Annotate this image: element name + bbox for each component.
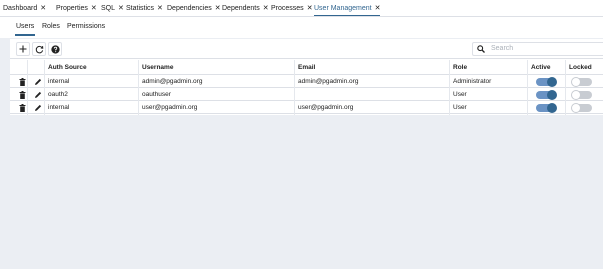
close-icon[interactable]: ✕ [40,5,46,12]
active-toggle[interactable] [536,90,557,100]
close-icon[interactable]: ✕ [307,5,313,12]
tab-label: SQL [101,5,116,12]
tab-label: Processes [271,5,304,12]
search-placeholder: Search [491,45,514,52]
column-header-auth-source[interactable]: Auth Source [48,64,87,71]
tab-dependents[interactable]: Dependents ✕ [222,0,269,16]
cell-email: user@pgadmin.org [298,104,354,111]
subtab-roles[interactable]: Roles [42,17,60,36]
tab-label: Dependencies [167,5,212,12]
help-button[interactable] [48,42,62,56]
column-header-role[interactable]: Role [453,64,467,71]
table-row: oauth2 oauthuser User [10,88,603,101]
column-divider [44,60,45,115]
active-toggle[interactable] [536,103,557,113]
close-icon[interactable]: ✕ [157,5,163,12]
table-header: Auth Source Username Email Role Active L… [10,60,603,75]
close-icon[interactable]: ✕ [263,5,269,12]
column-divider [527,60,528,115]
top-tab-bar: Dashboard ✕ Properties ✕ SQL ✕ Statistics ✕ … [0,0,603,17]
cell-auth-source: internal [48,104,70,111]
trash-icon[interactable] [19,91,26,99]
cell-auth-source: internal [48,78,70,85]
locked-toggle[interactable] [571,77,592,87]
subtab-permissions[interactable]: Permissions [67,17,105,36]
column-header-locked[interactable]: Locked [569,64,592,71]
locked-toggle[interactable] [571,90,592,100]
subtab-users[interactable]: Users [14,17,36,36]
column-divider [138,60,139,115]
cell-role: Administrator [453,78,492,85]
sub-tab-bar: Users Roles Permissions [0,17,603,38]
column-divider [294,60,295,115]
toggle-knob [571,90,581,100]
trash-icon[interactable] [19,78,26,86]
toggle-knob [547,90,557,100]
locked-toggle[interactable] [571,103,592,113]
pencil-icon[interactable] [34,91,42,99]
tab-sql[interactable]: SQL ✕ [101,0,124,16]
refresh-button[interactable] [32,42,46,56]
tab-label: User Management [314,5,372,12]
tab-user-management[interactable]: User Management ✕ [314,0,381,16]
table-row: internal admin@pgadmin.org admin@pgadmin… [10,75,603,88]
toggle-knob [571,103,581,113]
tab-label: Statistics [126,5,155,12]
tab-statistics[interactable]: Statistics ✕ [126,0,163,16]
refresh-icon [35,45,43,53]
cell-auth-source: oauth2 [48,91,68,98]
tab-label: Properties [56,5,88,12]
column-header-email[interactable]: Email [298,64,315,71]
close-icon[interactable]: ✕ [118,5,124,12]
pencil-icon[interactable] [34,104,42,112]
tab-processes[interactable]: Processes ✕ [271,0,313,16]
cell-email: admin@pgadmin.org [298,78,359,85]
column-divider [449,60,450,115]
toolbar: Search [10,39,603,59]
cell-username: user@pgadmin.org [142,104,198,111]
column-header-active[interactable]: Active [531,64,551,71]
table-row: internal user@pgadmin.org user@pgadmin.o… [10,101,603,114]
column-divider [27,60,28,115]
tab-dashboard[interactable]: Dashboard ✕ [3,0,46,16]
trash-icon[interactable] [19,104,26,112]
cell-username: oauthuser [142,91,171,98]
help-icon [50,44,60,54]
tab-label: Dashboard [3,5,38,12]
tab-label: Dependents [222,5,260,12]
cell-username: admin@pgadmin.org [142,78,203,85]
cell-role: User [453,104,467,111]
column-divider [565,60,566,115]
add-button[interactable] [16,42,30,56]
search-icon [477,45,485,53]
close-icon[interactable]: ✕ [375,5,381,12]
toggle-knob [547,77,557,87]
search-input[interactable]: Search [472,42,603,56]
close-icon[interactable]: ✕ [215,5,221,12]
plus-icon [19,45,27,53]
pencil-icon[interactable] [34,78,42,86]
tab-dependencies[interactable]: Dependencies ✕ [167,0,221,16]
users-panel: Search Auth Source Username Email Role A… [10,39,603,115]
tab-properties[interactable]: Properties ✕ [56,0,97,16]
column-header-username[interactable]: Username [142,64,173,71]
toggle-knob [571,77,581,87]
active-toggle[interactable] [536,77,557,87]
toggle-knob [547,103,557,113]
cell-role: User [453,91,467,98]
close-icon[interactable]: ✕ [91,5,97,12]
